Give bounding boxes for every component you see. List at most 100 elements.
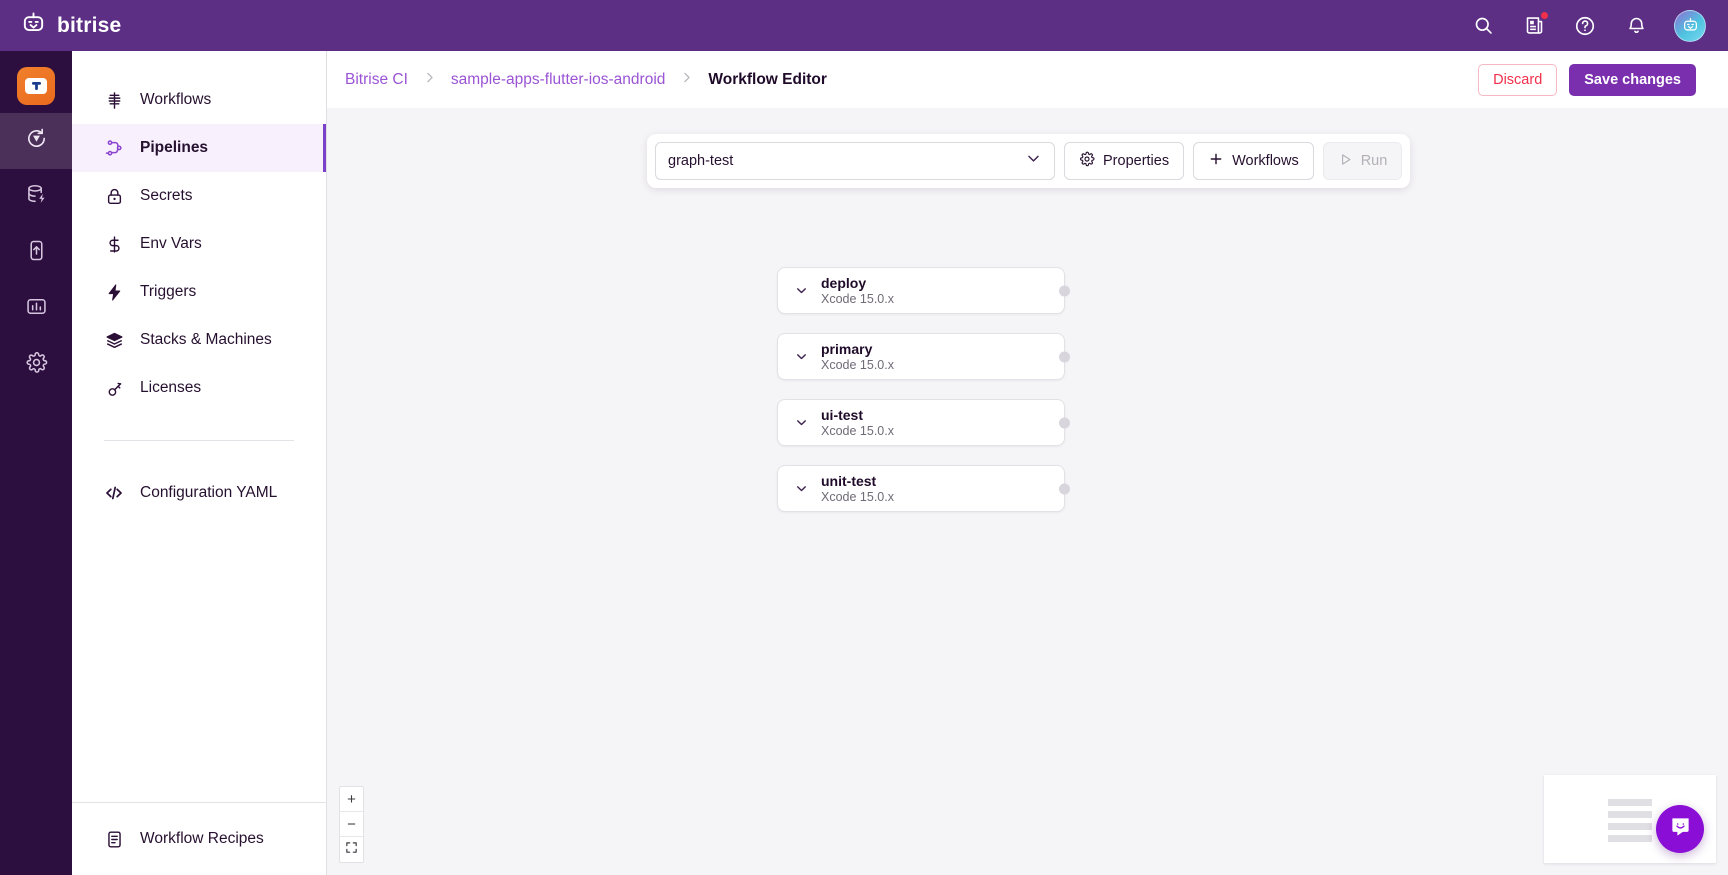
sidebar-item-label: Workflow Recipes [140, 830, 264, 848]
workflow-node-text: unit-test Xcode 15.0.x [821, 473, 894, 504]
workflow-node-stack: Xcode 15.0.x [821, 358, 894, 372]
workflow-node-title: deploy [821, 275, 894, 291]
pipeline-toolbar: graph-test Properties [647, 134, 1410, 188]
minimap-node [1608, 799, 1652, 806]
add-workflows-button[interactable]: Workflows [1193, 142, 1314, 180]
discard-button[interactable]: Discard [1478, 64, 1557, 96]
sidebar-list: Workflows Pipelines [72, 51, 326, 517]
workflow-node[interactable]: deploy Xcode 15.0.x [777, 267, 1065, 314]
sidebar-item-triggers[interactable]: Triggers [72, 268, 326, 316]
workflow-node-title: unit-test [821, 473, 894, 489]
pipelines-icon [104, 138, 124, 158]
icon-rail [0, 51, 72, 875]
workflow-node[interactable]: ui-test Xcode 15.0.x [777, 399, 1065, 446]
avatar[interactable] [1674, 10, 1706, 42]
sidebar-item-label: Secrets [140, 187, 193, 205]
minimap-node [1608, 835, 1652, 842]
workflow-node[interactable]: primary Xcode 15.0.x [777, 333, 1065, 380]
top-bar-actions [1470, 10, 1706, 42]
rail-item-build-cache[interactable] [0, 169, 72, 225]
pipeline-select-value: graph-test [668, 153, 733, 169]
chevron-down-icon[interactable] [790, 481, 812, 496]
changelog-icon[interactable] [1521, 13, 1547, 39]
sidebar-item-stacks-machines[interactable]: Stacks & Machines [72, 316, 326, 364]
sidebar-divider [104, 440, 294, 441]
breadcrumb-separator-icon [422, 70, 437, 89]
plus-icon [1208, 151, 1224, 171]
content-header: Bitrise CI sample-apps-flutter-ios-andro… [327, 51, 1728, 108]
workflow-node-stack: Xcode 15.0.x [821, 490, 894, 504]
workflow-node-stack: Xcode 15.0.x [821, 424, 894, 438]
rail-item-insights[interactable] [0, 281, 72, 337]
fit-view-icon [345, 841, 358, 858]
rail-item-settings[interactable] [0, 337, 72, 393]
changelog-badge [1540, 11, 1549, 20]
build-cache-icon [25, 183, 48, 211]
pipeline-canvas[interactable]: graph-test Properties [327, 108, 1728, 875]
sidebar-item-label: Workflows [140, 91, 211, 109]
brand[interactable]: bitrise [20, 10, 121, 42]
intercom-chat-button[interactable] [1656, 805, 1704, 853]
top-bar: bitrise [0, 0, 1728, 51]
sidebar: Workflows Pipelines [72, 51, 327, 875]
page-title: Workflow Editor [708, 71, 827, 89]
run-button: Run [1323, 142, 1403, 180]
brand-name: bitrise [57, 14, 121, 38]
workflow-node-stack: Xcode 15.0.x [821, 292, 894, 306]
breadcrumb-item-bitrise-ci[interactable]: Bitrise CI [345, 71, 408, 89]
ci-icon [25, 127, 48, 155]
sidebar-item-label: Stacks & Machines [140, 331, 272, 349]
app-logo-glyph [25, 78, 47, 94]
sidebar-item-label: Triggers [140, 283, 196, 301]
app-switcher-icon[interactable] [17, 67, 55, 105]
sidebar-item-label: Env Vars [140, 235, 202, 253]
header-actions: Discard Save changes [1478, 64, 1696, 96]
bitrise-robot-logo-icon [20, 10, 47, 42]
help-icon[interactable] [1572, 13, 1598, 39]
workflow-node-title: ui-test [821, 407, 894, 423]
sidebar-item-workflow-recipes[interactable]: Workflow Recipes [72, 815, 326, 863]
notifications-bell-icon[interactable] [1623, 13, 1649, 39]
breadcrumb-item-project[interactable]: sample-apps-flutter-ios-android [451, 71, 666, 89]
chevron-down-icon [1025, 150, 1042, 172]
zoom-out-button[interactable]: − [340, 812, 363, 837]
properties-button[interactable]: Properties [1064, 142, 1184, 180]
rail-item-release-management[interactable] [0, 225, 72, 281]
sidebar-item-configuration-yaml[interactable]: Configuration YAML [72, 469, 326, 517]
save-changes-button[interactable]: Save changes [1569, 64, 1696, 96]
stack-layers-icon [104, 330, 124, 350]
chevron-down-icon[interactable] [790, 283, 812, 298]
insights-icon [25, 295, 48, 323]
lock-icon [104, 186, 124, 206]
node-connection-handle[interactable] [1059, 351, 1070, 362]
chevron-down-icon[interactable] [790, 415, 812, 430]
node-connection-handle[interactable] [1059, 483, 1070, 494]
add-workflows-button-label: Workflows [1232, 153, 1299, 169]
workflows-icon [104, 90, 124, 110]
code-brackets-icon [104, 483, 124, 503]
rail-item-ci[interactable] [0, 113, 72, 169]
sidebar-item-label: Licenses [140, 379, 201, 397]
zoom-in-button[interactable]: + [340, 787, 363, 812]
search-icon[interactable] [1470, 13, 1496, 39]
workflow-node[interactable]: unit-test Xcode 15.0.x [777, 465, 1065, 512]
sidebar-item-pipelines[interactable]: Pipelines [72, 124, 326, 172]
app-root: bitrise [0, 0, 1728, 875]
node-connection-handle[interactable] [1059, 417, 1070, 428]
settings-gear-icon [25, 351, 48, 379]
fit-view-button[interactable] [340, 837, 363, 862]
properties-button-label: Properties [1103, 153, 1169, 169]
sidebar-item-secrets[interactable]: Secrets [72, 172, 326, 220]
lightning-icon [104, 282, 124, 302]
sidebar-item-workflows[interactable]: Workflows [72, 76, 326, 124]
gear-icon [1079, 151, 1095, 171]
workflow-node-text: ui-test Xcode 15.0.x [821, 407, 894, 438]
pipeline-select[interactable]: graph-test [655, 142, 1055, 180]
sidebar-item-env-vars[interactable]: Env Vars [72, 220, 326, 268]
node-connection-handle[interactable] [1059, 285, 1070, 296]
dollar-icon [104, 234, 124, 254]
chevron-down-icon[interactable] [790, 349, 812, 364]
sidebar-item-licenses[interactable]: Licenses [72, 364, 326, 412]
canvas-zoom-controls: + − [339, 786, 364, 863]
document-list-icon [104, 829, 124, 849]
